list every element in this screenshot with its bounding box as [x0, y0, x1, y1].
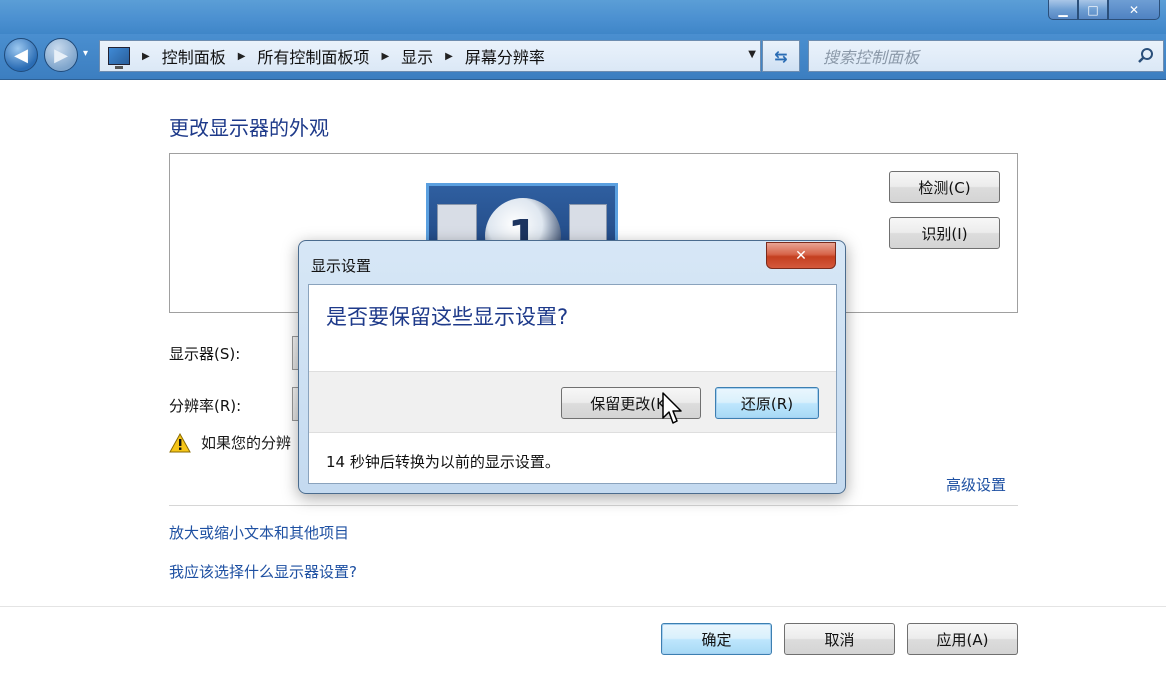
text-size-link[interactable]: 放大或缩小文本和其他项目: [169, 522, 349, 543]
dialog-title: 显示设置: [311, 257, 372, 275]
countdown-text: 14 秒钟后转换为以前的显示设置。: [326, 453, 560, 471]
refresh-button[interactable]: ⇆: [762, 40, 800, 72]
display-label: 显示器(S):: [169, 345, 241, 363]
display-settings-dialog: 显示设置 ✕ 是否要保留这些显示设置? 保留更改(K) 还原(R) 14 秒钟后…: [298, 240, 846, 494]
breadcrumb-separator-icon[interactable]: ▶: [238, 51, 246, 62]
apply-button[interactable]: 应用(A): [907, 623, 1018, 655]
minimize-button[interactable]: ▁: [1048, 0, 1078, 20]
cancel-button[interactable]: 取消: [784, 623, 895, 655]
breadcrumb-separator-icon[interactable]: ▶: [142, 51, 150, 62]
breadcrumb-separator-icon[interactable]: ▶: [445, 51, 453, 62]
ok-button[interactable]: 确定: [661, 623, 772, 655]
revert-button[interactable]: 还原(R): [715, 387, 819, 419]
page-title: 更改显示器的外观: [169, 116, 329, 140]
search-placeholder: 搜索控制面板: [823, 48, 920, 67]
dialog-close-button[interactable]: ✕: [766, 242, 836, 269]
divider: [169, 505, 1018, 506]
breadcrumb-screen-resolution[interactable]: 屏幕分辨率: [465, 44, 545, 68]
advanced-settings-link[interactable]: 高级设置: [946, 474, 1006, 495]
navigation-bar: ◀ ▶ ▾ ▶ 控制面板 ▶ 所有控制面板项 ▶ 显示 ▶ 屏幕分辨率 ▼ ⇆ …: [0, 34, 1166, 80]
dialog-button-row: 保留更改(K) 还原(R): [309, 371, 836, 433]
forward-button[interactable]: ▶: [44, 38, 78, 72]
detect-button[interactable]: 检测(C): [889, 171, 1000, 203]
breadcrumb-separator-icon[interactable]: ▶: [381, 51, 389, 62]
recent-pages-dropdown[interactable]: ▾: [83, 48, 88, 59]
breadcrumb-all-items[interactable]: 所有控制面板项: [257, 44, 369, 68]
breadcrumb-display[interactable]: 显示: [401, 44, 433, 68]
maximize-button[interactable]: □: [1078, 0, 1108, 20]
warning-message: 如果您的分辨: [169, 432, 291, 453]
dialog-question: 是否要保留这些显示设置?: [326, 305, 569, 329]
address-dropdown-icon[interactable]: ▼: [748, 49, 756, 60]
search-input[interactable]: 搜索控制面板: [808, 40, 1164, 72]
footer-divider: [0, 606, 1166, 607]
warning-text: 如果您的分辨: [201, 434, 292, 452]
window-controls: ▁ □ ✕: [1048, 0, 1160, 22]
breadcrumb-control-panel[interactable]: 控制面板: [162, 44, 226, 68]
address-bar[interactable]: ▶ 控制面板 ▶ 所有控制面板项 ▶ 显示 ▶ 屏幕分辨率 ▼: [99, 40, 761, 72]
mouse-cursor-icon: [662, 392, 682, 424]
warning-icon: [169, 432, 191, 452]
close-window-button[interactable]: ✕: [1108, 0, 1160, 20]
which-settings-link[interactable]: 我应该选择什么显示器设置?: [169, 561, 357, 582]
identify-button[interactable]: 识别(I): [889, 217, 1000, 249]
search-icon[interactable]: [1137, 47, 1155, 65]
control-panel-icon: [108, 47, 130, 69]
resolution-label: 分辨率(R):: [169, 397, 242, 415]
back-button[interactable]: ◀: [4, 38, 38, 72]
dialog-body: 是否要保留这些显示设置? 保留更改(K) 还原(R) 14 秒钟后转换为以前的显…: [308, 284, 837, 484]
title-bar: ▁ □ ✕: [0, 0, 1166, 34]
